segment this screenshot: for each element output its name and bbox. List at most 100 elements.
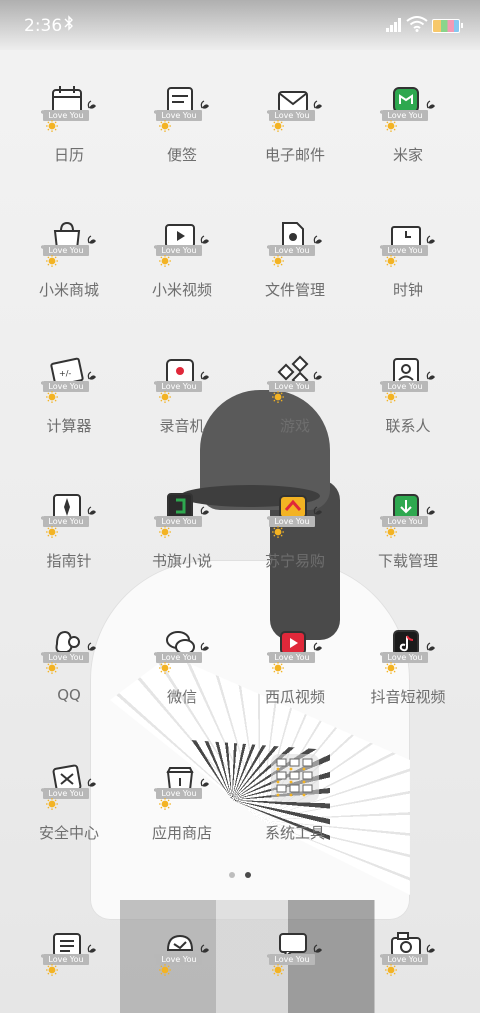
love-you-banner: Love You (161, 653, 197, 662)
file-icon (265, 211, 323, 267)
camera-icon (378, 920, 436, 976)
app-label: 下载管理 (377, 552, 438, 570)
app-compass[interactable]: Love You 指南针 (14, 482, 124, 602)
app-label: QQ (57, 686, 81, 704)
app-label: 微信 (166, 688, 197, 706)
browser-icon (152, 920, 210, 976)
love-you-banner: Love You (274, 246, 310, 255)
love-you-banner: Love You (274, 955, 310, 964)
app-qq[interactable]: Love You QQ (14, 618, 124, 738)
app-grid: Love You 日历 Love You 便签 Love You 电子邮件 Love You… (0, 0, 480, 1013)
book-icon (152, 482, 210, 538)
app-notes[interactable]: Love You 便签 (127, 76, 237, 196)
love-you-banner: Love You (161, 955, 197, 964)
app-label: 应用商店 (151, 824, 212, 842)
app-video[interactable]: Love You 小米视频 (127, 211, 237, 331)
love-you-banner: Love You (48, 789, 84, 798)
app-label: 西瓜视频 (264, 688, 325, 706)
app-email[interactable]: Love You 电子邮件 (240, 76, 350, 196)
email-icon (265, 76, 323, 132)
dock-browser[interactable]: Love You (127, 920, 237, 1013)
app-wechat[interactable]: Love You 微信 (127, 618, 237, 738)
love-you-banner: Love You (387, 653, 423, 662)
app-games[interactable]: Love You 游戏 (240, 347, 350, 467)
love-you-banner: Love You (48, 246, 84, 255)
app-contacts[interactable]: Love You 联系人 (353, 347, 463, 467)
love-you-banner: Love You (161, 111, 197, 120)
app-label: 录音机 (159, 417, 205, 435)
app-xigua[interactable]: Love You 西瓜视频 (240, 618, 350, 738)
app-downloads[interactable]: Love You 下载管理 (353, 482, 463, 602)
app-security[interactable]: Love You 安全中心 (14, 754, 124, 874)
app-label: 计算器 (46, 417, 92, 435)
page-dot-active (245, 872, 251, 878)
love-you-banner: Love You (387, 955, 423, 964)
message-icon (265, 920, 323, 976)
app-clock[interactable]: Love You 时钟 (353, 211, 463, 331)
app-label: 文件管理 (264, 281, 325, 299)
store-icon (152, 754, 210, 810)
app-mijia[interactable]: Love You 米家 (353, 76, 463, 196)
compass-icon (39, 482, 97, 538)
app-calendar[interactable]: Love You 日历 (14, 76, 124, 196)
security-icon (39, 754, 97, 810)
love-you-banner: Love You (48, 382, 84, 391)
app-label: 小米视频 (151, 281, 212, 299)
love-you-banner: Love You (161, 246, 197, 255)
calculator-icon: +/- (39, 347, 97, 403)
love-you-banner: Love You (48, 653, 84, 662)
folder-icon (267, 754, 323, 810)
love-you-banner: Love You (48, 111, 84, 120)
page-dot (229, 872, 235, 878)
app-label: 指南针 (46, 552, 92, 570)
dock-camera[interactable]: Love You (353, 920, 463, 1013)
notes-icon (152, 76, 210, 132)
page-indicator[interactable] (229, 872, 259, 882)
play-icon (265, 618, 323, 674)
dock-phone[interactable]: Love You (14, 920, 124, 1013)
video-icon (152, 211, 210, 267)
dock-messages[interactable]: Love You (240, 920, 350, 1013)
love-you-banner: Love You (274, 517, 310, 526)
qq-icon (39, 618, 97, 674)
app-label: 抖音短视频 (370, 688, 446, 706)
love-you-banner: Love You (387, 111, 423, 120)
app-tools[interactable]: 系统工具 (240, 754, 350, 874)
app-label: 时钟 (392, 281, 423, 299)
app-calculator[interactable]: +/- Love You 计算器 (14, 347, 124, 467)
app-label: 系统工具 (264, 824, 325, 842)
love-you-banner: Love You (387, 382, 423, 391)
app-label: 电子邮件 (264, 146, 325, 164)
app-novel[interactable]: Love You 书旗小说 (127, 482, 237, 602)
app-label: 书旗小说 (151, 552, 212, 570)
app-douyin[interactable]: Love You 抖音短视频 (353, 618, 463, 738)
phone-icon (39, 920, 97, 976)
recorder-icon (152, 347, 210, 403)
love-you-banner: Love You (274, 382, 310, 391)
app-files[interactable]: Love You 文件管理 (240, 211, 350, 331)
love-you-banner: Love You (161, 517, 197, 526)
love-you-banner: Love You (48, 955, 84, 964)
love-you-banner: Love You (274, 111, 310, 120)
app-label: 苏宁易购 (264, 552, 325, 570)
love-you-banner: Love You (161, 789, 197, 798)
app-label: 日历 (53, 146, 84, 164)
app-suning[interactable]: Love You 苏宁易购 (240, 482, 350, 602)
mijia-icon (378, 76, 436, 132)
app-label: 游戏 (279, 417, 310, 435)
suning-icon (265, 482, 323, 538)
shopping-bag-icon (39, 211, 97, 267)
app-mall[interactable]: Love You 小米商城 (14, 211, 124, 331)
love-you-banner: Love You (387, 517, 423, 526)
app-label: 米家 (392, 146, 423, 164)
download-icon (378, 482, 436, 538)
app-label: 便签 (166, 146, 197, 164)
contacts-icon (378, 347, 436, 403)
app-appstore[interactable]: Love You 应用商店 (127, 754, 237, 874)
clock-icon (378, 211, 436, 267)
love-you-banner: Love You (274, 653, 310, 662)
app-label: 小米商城 (38, 281, 99, 299)
calendar-icon (39, 76, 97, 132)
game-icon (265, 347, 323, 403)
app-recorder[interactable]: Love You 录音机 (127, 347, 237, 467)
